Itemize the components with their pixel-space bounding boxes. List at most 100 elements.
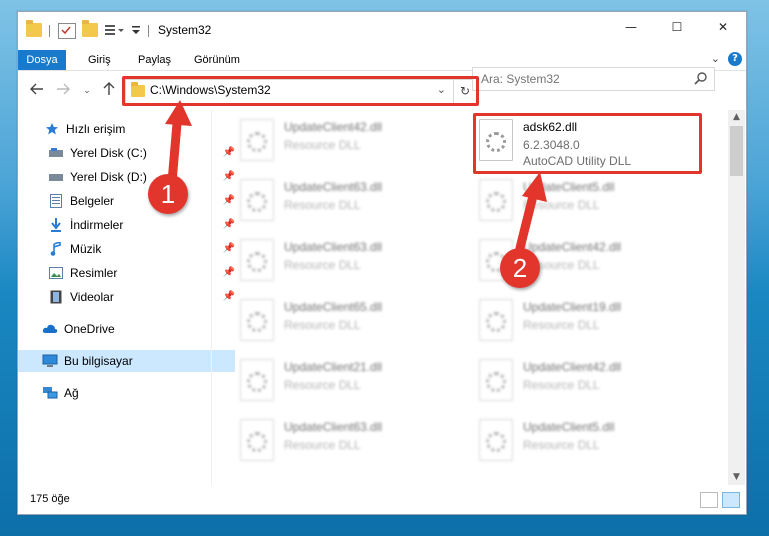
file-name: UpdateClient42.dll bbox=[523, 240, 622, 254]
nav-onedrive[interactable]: OneDrive bbox=[18, 318, 235, 340]
file-name: UpdateClient5.dll bbox=[523, 180, 615, 194]
address-path: C:\Windows\System32 bbox=[150, 83, 271, 97]
nav-label: Belgeler bbox=[70, 194, 115, 208]
tab-share[interactable]: Paylaş bbox=[128, 50, 181, 70]
file-type: Resource DLL bbox=[523, 438, 600, 452]
scroll-up-icon[interactable]: ▲ bbox=[728, 110, 745, 125]
dll-file-icon bbox=[240, 299, 274, 341]
nav-label: Müzik bbox=[70, 242, 102, 256]
nav-item-documents[interactable]: Belgeler 📌 bbox=[18, 190, 241, 212]
nav-network[interactable]: Ağ bbox=[18, 382, 235, 404]
title-bar: System32 — ☐ ✕ bbox=[18, 12, 746, 50]
details-view-icon[interactable] bbox=[700, 492, 718, 508]
item-count: 175 öğe bbox=[30, 493, 70, 505]
minimize-button[interactable]: — bbox=[608, 12, 654, 42]
videos-icon bbox=[48, 290, 64, 304]
nav-label: Yerel Disk (D:) bbox=[70, 170, 147, 184]
maximize-button[interactable]: ☐ bbox=[654, 12, 700, 42]
search-box[interactable] bbox=[472, 67, 715, 91]
tiles-view-icon[interactable] bbox=[722, 492, 740, 508]
file-type: Resource DLL bbox=[523, 378, 600, 392]
file-type: Resource DLL bbox=[284, 138, 361, 152]
back-arrow-icon[interactable] bbox=[28, 82, 46, 100]
star-icon bbox=[44, 122, 60, 136]
up-arrow-icon[interactable] bbox=[100, 82, 118, 100]
nav-quick-access[interactable]: Hızlı erişim bbox=[18, 118, 237, 140]
file-item[interactable]: UpdateClient65.dll Resource DLL bbox=[218, 296, 448, 348]
nav-this-pc[interactable]: Bu bilgisayar bbox=[18, 350, 235, 372]
file-type: Resource DLL bbox=[284, 378, 361, 392]
dll-file-icon bbox=[240, 179, 274, 221]
file-item[interactable]: UpdateClient42.dll Resource DLL bbox=[218, 116, 448, 168]
drive-icon bbox=[48, 170, 64, 184]
file-type: Resource DLL bbox=[284, 318, 361, 332]
tab-file[interactable]: Dosya bbox=[18, 50, 66, 70]
scroll-down-icon[interactable]: ▼ bbox=[728, 470, 745, 485]
nav-label: İndirmeler bbox=[70, 218, 124, 232]
separator bbox=[148, 25, 149, 37]
nav-label: OneDrive bbox=[64, 322, 115, 336]
file-item[interactable]: UpdateClient63.dll Resource DLL bbox=[218, 176, 448, 228]
file-item[interactable]: UpdateClient42.dll Resource DLL bbox=[457, 356, 687, 408]
file-item[interactable]: UpdateClient5.dll Resource DLL bbox=[457, 176, 687, 228]
chevron-down-icon[interactable]: ⌄ bbox=[711, 52, 720, 65]
file-item-adsk62[interactable]: adsk62.dll 6.2.3048.0 AutoCAD Utility DL… bbox=[457, 116, 687, 168]
file-item[interactable]: UpdateClient19.dll Resource DLL bbox=[457, 296, 687, 348]
chevron-down-icon[interactable] bbox=[130, 23, 142, 37]
nav-item-local-disk-d[interactable]: Yerel Disk (D:) 📌 bbox=[18, 166, 241, 188]
file-item[interactable]: UpdateClient63.dll Resource DLL bbox=[218, 236, 448, 288]
file-type: Resource DLL bbox=[284, 438, 361, 452]
dll-file-icon bbox=[240, 119, 274, 161]
file-name: UpdateClient19.dll bbox=[523, 300, 622, 314]
file-name: UpdateClient42.dll bbox=[523, 360, 622, 374]
scroll-thumb[interactable] bbox=[730, 126, 743, 176]
documents-icon bbox=[48, 194, 64, 208]
nav-item-downloads[interactable]: İndirmeler 📌 bbox=[18, 214, 241, 236]
tab-home[interactable]: Giriş bbox=[78, 50, 121, 70]
nav-item-videos[interactable]: Videolar 📌 bbox=[18, 286, 241, 308]
file-item[interactable]: UpdateClient63.dll Resource DLL bbox=[218, 416, 448, 468]
nav-item-pictures[interactable]: Resimler 📌 bbox=[18, 262, 241, 284]
search-input[interactable] bbox=[481, 70, 681, 88]
pane-divider[interactable] bbox=[211, 110, 212, 485]
dll-file-icon bbox=[479, 299, 513, 341]
window-title: System32 bbox=[158, 23, 212, 37]
new-folder-icon[interactable] bbox=[82, 20, 98, 37]
pictures-icon bbox=[48, 266, 64, 280]
file-name: UpdateClient63.dll bbox=[284, 180, 383, 194]
file-type: Resource DLL bbox=[523, 198, 600, 212]
file-name: UpdateClient21.dll bbox=[284, 360, 383, 374]
chevron-down-icon[interactable]: ⌄ bbox=[437, 83, 446, 96]
nav-label: Yerel Disk (C:) bbox=[70, 146, 147, 160]
file-description: AutoCAD Utility DLL bbox=[523, 154, 632, 168]
help-icon[interactable]: ? bbox=[728, 52, 742, 66]
navigation-pane: Hızlı erişim Yerel Disk (C:) 📌 Yerel Dis… bbox=[18, 110, 235, 485]
file-item[interactable]: UpdateClient21.dll Resource DLL bbox=[218, 356, 448, 408]
drive-icon bbox=[48, 146, 64, 160]
address-bar[interactable]: C:\Windows\System32 ⌄ ↻ bbox=[125, 79, 477, 104]
file-list: UpdateClient42.dll Resource DLL UpdateCl… bbox=[218, 110, 728, 485]
dll-file-icon bbox=[240, 239, 274, 281]
properties-icon[interactable] bbox=[58, 23, 76, 39]
folder-icon bbox=[26, 20, 42, 37]
dll-file-icon bbox=[240, 359, 274, 401]
file-version: 6.2.3048.0 bbox=[523, 138, 580, 152]
callout-2: 2 bbox=[500, 248, 540, 288]
file-item[interactable]: UpdateClient42.dll Resource DLL bbox=[457, 236, 687, 288]
nav-item-music[interactable]: Müzik 📌 bbox=[18, 238, 241, 260]
vertical-scrollbar[interactable]: ▲ ▼ bbox=[728, 110, 745, 485]
forward-arrow-icon[interactable] bbox=[54, 82, 72, 100]
close-button[interactable]: ✕ bbox=[700, 12, 746, 42]
file-item[interactable]: UpdateClient5.dll Resource DLL bbox=[457, 416, 687, 468]
customize-toolbar-icon[interactable] bbox=[104, 23, 126, 37]
file-name: UpdateClient63.dll bbox=[284, 240, 383, 254]
dll-file-icon bbox=[479, 359, 513, 401]
folder-icon bbox=[131, 82, 145, 97]
dll-file-icon bbox=[240, 419, 274, 461]
nav-item-local-disk-c[interactable]: Yerel Disk (C:) 📌 bbox=[18, 142, 241, 164]
nav-label: Videolar bbox=[70, 290, 114, 304]
recent-chevron-icon[interactable]: ⌄ bbox=[78, 82, 96, 100]
tab-view[interactable]: Görünüm bbox=[184, 50, 250, 70]
search-icon bbox=[694, 71, 708, 85]
dll-file-icon bbox=[479, 179, 513, 221]
